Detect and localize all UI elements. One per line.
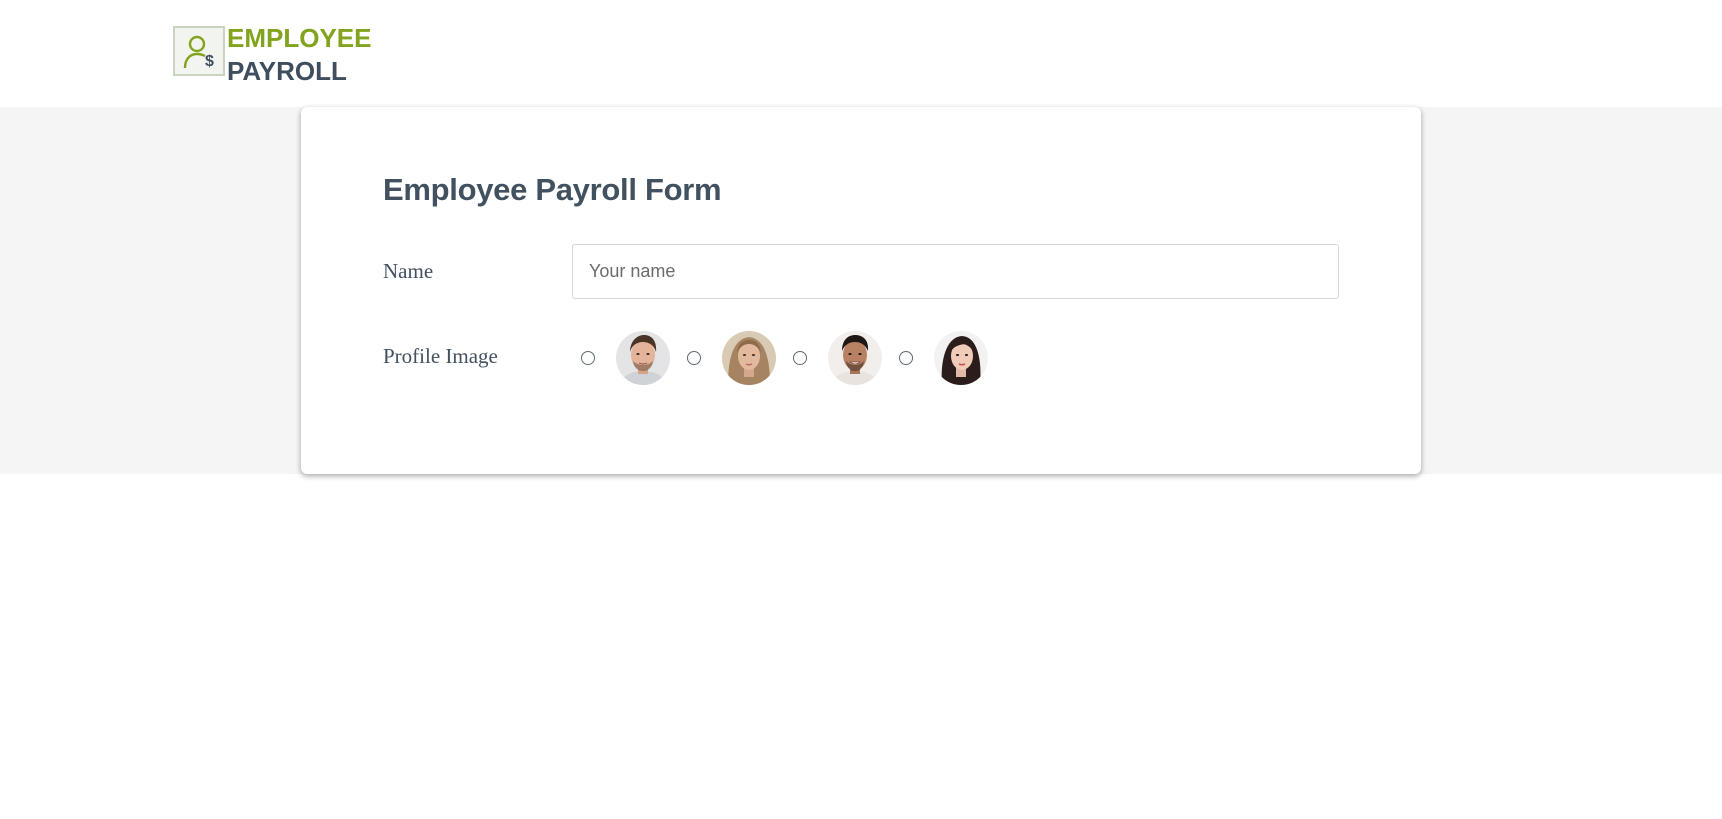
profile-option-1[interactable] bbox=[577, 331, 670, 385]
man-avatar-2-icon[interactable] bbox=[828, 331, 882, 385]
man-avatar-1-icon[interactable] bbox=[616, 331, 670, 385]
profile-image-options bbox=[577, 330, 1001, 386]
profile-option-4[interactable] bbox=[895, 331, 988, 385]
user-dollar-icon: $ bbox=[173, 26, 225, 76]
logo-line-payroll: PAYROLL bbox=[227, 56, 347, 86]
profile-radio-2[interactable] bbox=[687, 351, 701, 365]
name-label: Name bbox=[383, 259, 434, 283]
svg-text:$: $ bbox=[205, 53, 214, 70]
woman-avatar-1-icon[interactable] bbox=[722, 331, 776, 385]
header: $ EMPLOYEE PAYROLL bbox=[0, 0, 1722, 107]
logo-text: EMPLOYEE PAYROLL bbox=[227, 22, 371, 88]
profile-image-label: Profile Image bbox=[383, 344, 498, 368]
form-title: Employee Payroll Form bbox=[383, 172, 722, 207]
logo[interactable]: $ EMPLOYEE PAYROLL bbox=[173, 23, 371, 88]
profile-option-3[interactable] bbox=[789, 331, 882, 385]
woman-avatar-2-icon[interactable] bbox=[934, 331, 988, 385]
profile-option-2[interactable] bbox=[683, 331, 776, 385]
profile-radio-1[interactable] bbox=[581, 351, 595, 365]
logo-line-employee: EMPLOYEE bbox=[227, 23, 372, 53]
profile-radio-4[interactable] bbox=[899, 351, 913, 365]
profile-radio-3[interactable] bbox=[793, 351, 807, 365]
name-input[interactable] bbox=[572, 244, 1339, 299]
form-card: Employee Payroll Form Name Profile Image bbox=[301, 107, 1421, 474]
